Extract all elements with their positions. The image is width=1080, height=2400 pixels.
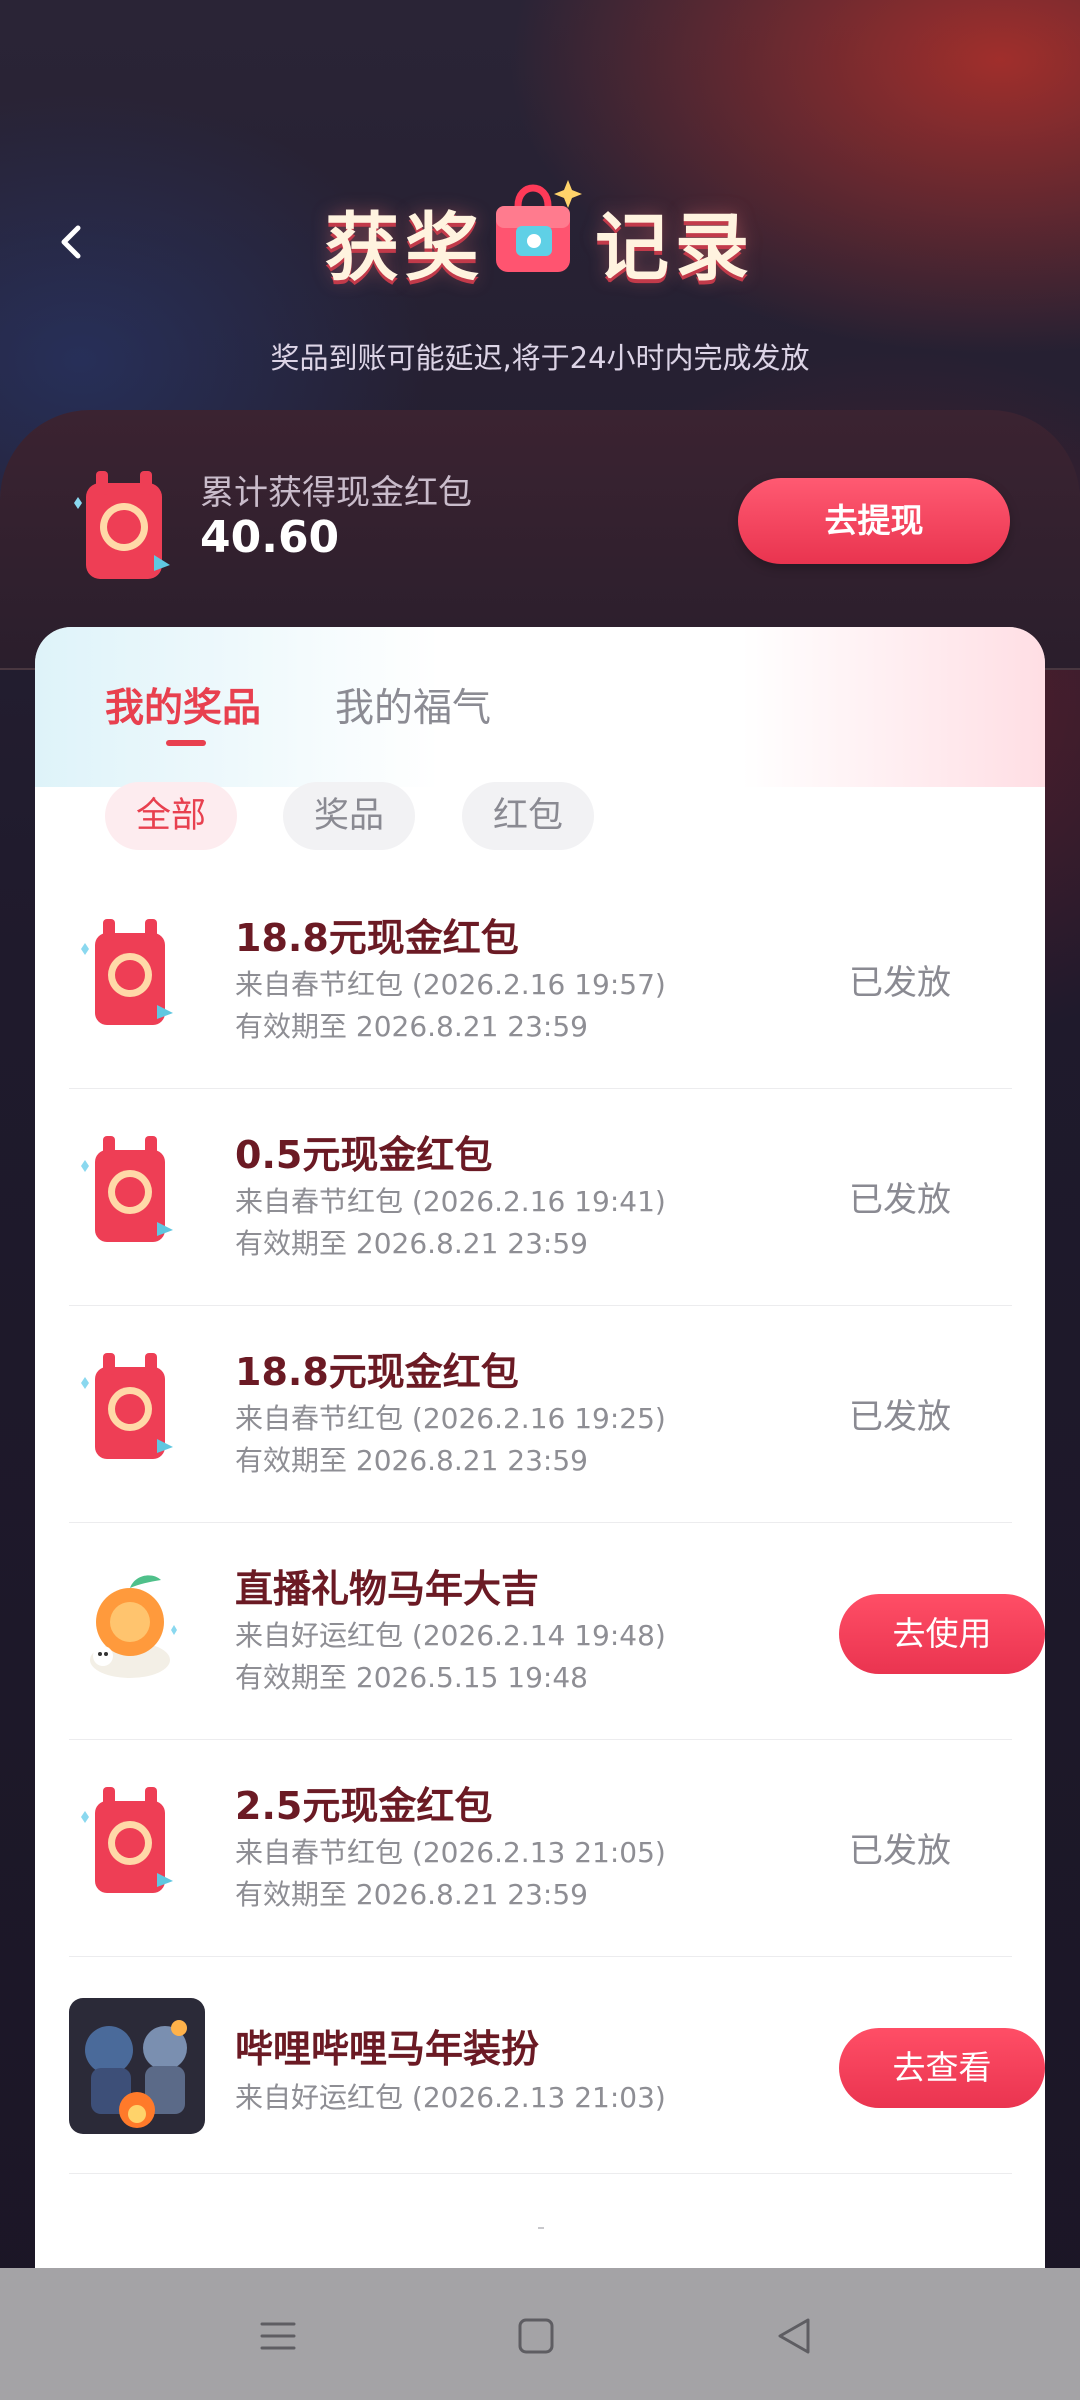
red-envelope-icon	[74, 471, 170, 579]
back-triangle-icon[interactable]	[772, 2314, 816, 2358]
record-source: 来自春节红包 (2026.2.16 19:25)	[235, 1402, 666, 1435]
record-source: 来自春节红包 (2026.2.13 21:05)	[235, 1836, 666, 1869]
record-source: 来自春节红包 (2026.2.16 19:57)	[235, 968, 666, 1001]
menu-icon[interactable]	[256, 2314, 300, 2358]
record-status: 已发放	[849, 1397, 951, 1437]
record-status: 已发放	[849, 1831, 951, 1871]
title-left-text: 获奖	[325, 205, 485, 291]
list-item: 18.8元现金红包 来自春节红包 (2026.2.16 19:57) 有效期至 …	[69, 871, 1012, 1089]
list-item: 2.5元现金红包 来自春节红包 (2026.2.13 21:05) 有效期至 2…	[69, 1739, 1012, 1957]
costume-thumbnail-image	[69, 1998, 205, 2134]
title-right-text: 记录	[595, 205, 755, 291]
record-source: 来自好运红包 (2026.2.13 21:03)	[235, 2081, 666, 2114]
record-title: 直播礼物马年大吉	[235, 1567, 540, 1611]
record-source: 来自好运红包 (2026.2.14 19:48)	[235, 1619, 666, 1652]
gift-bag-icon	[496, 180, 582, 272]
filter-prize[interactable]: 奖品	[283, 782, 415, 850]
list-item: 0.5元现金红包 来自春节红包 (2026.2.16 19:41) 有效期至 2…	[69, 1088, 1012, 1306]
active-tab-indicator	[166, 740, 206, 746]
red-envelope-icon	[81, 1353, 173, 1459]
filter-red-envelope[interactable]: 红包	[462, 782, 594, 850]
record-title: 2.5元现金红包	[235, 1784, 493, 1828]
withdraw-button[interactable]: 去提现	[738, 478, 1010, 564]
list-item: 直播礼物马年大吉 来自好运红包 (2026.2.14 19:48) 有效期至 2…	[69, 1522, 1045, 1740]
record-expiry: 有效期至 2026.5.15 19:48	[235, 1661, 588, 1694]
home-square-icon[interactable]	[514, 2314, 558, 2358]
tab-my-prizes[interactable]: 我的奖品	[105, 677, 261, 733]
subtitle: 奖品到账可能延迟,将于24小时内完成发放	[270, 341, 810, 375]
list-item: 哔哩哔哩马年装扮 来自好运红包 (2026.2.13 21:03) 去查看	[69, 1956, 1045, 2174]
red-envelope-icon	[81, 1136, 173, 1242]
record-status: 已发放	[849, 963, 951, 1003]
summary-value: 40.60	[200, 512, 340, 563]
page-header: 获奖 记录	[0, 160, 1080, 300]
record-title: 0.5元现金红包	[235, 1133, 493, 1177]
record-expiry: 有效期至 2026.8.21 23:59	[235, 1227, 588, 1260]
view-button[interactable]: 去查看	[839, 2028, 1045, 2108]
filter-all[interactable]: 全部	[105, 782, 237, 850]
record-title: 18.8元现金红包	[235, 1350, 519, 1394]
red-envelope-icon	[81, 919, 173, 1025]
records-card: 我的奖品 我的福气 全部 奖品 红包 18.8元现金红包 来自春节红包 (202…	[35, 627, 1045, 2400]
record-source: 来自春节红包 (2026.2.16 19:41)	[235, 1185, 666, 1218]
record-expiry: 有效期至 2026.8.21 23:59	[235, 1444, 588, 1477]
record-title: 18.8元现金红包	[235, 916, 519, 960]
lucky-orange-gift-icon	[90, 1575, 177, 1678]
tab-my-fortune[interactable]: 我的福气	[335, 677, 491, 733]
list-end-indicator	[538, 2227, 544, 2229]
record-title: 哔哩哔哩马年装扮	[235, 2027, 540, 2071]
record-expiry: 有效期至 2026.8.21 23:59	[235, 1010, 588, 1043]
summary-label: 累计获得现金红包	[200, 473, 472, 513]
record-expiry: 有效期至 2026.8.21 23:59	[235, 1878, 588, 1911]
red-envelope-icon	[81, 1787, 173, 1893]
list-item: 18.8元现金红包 来自春节红包 (2026.2.16 19:25) 有效期至 …	[69, 1305, 1012, 1523]
use-button[interactable]: 去使用	[839, 1594, 1045, 1674]
system-navigation-bar	[0, 2268, 1080, 2400]
record-status: 已发放	[849, 1180, 951, 1220]
